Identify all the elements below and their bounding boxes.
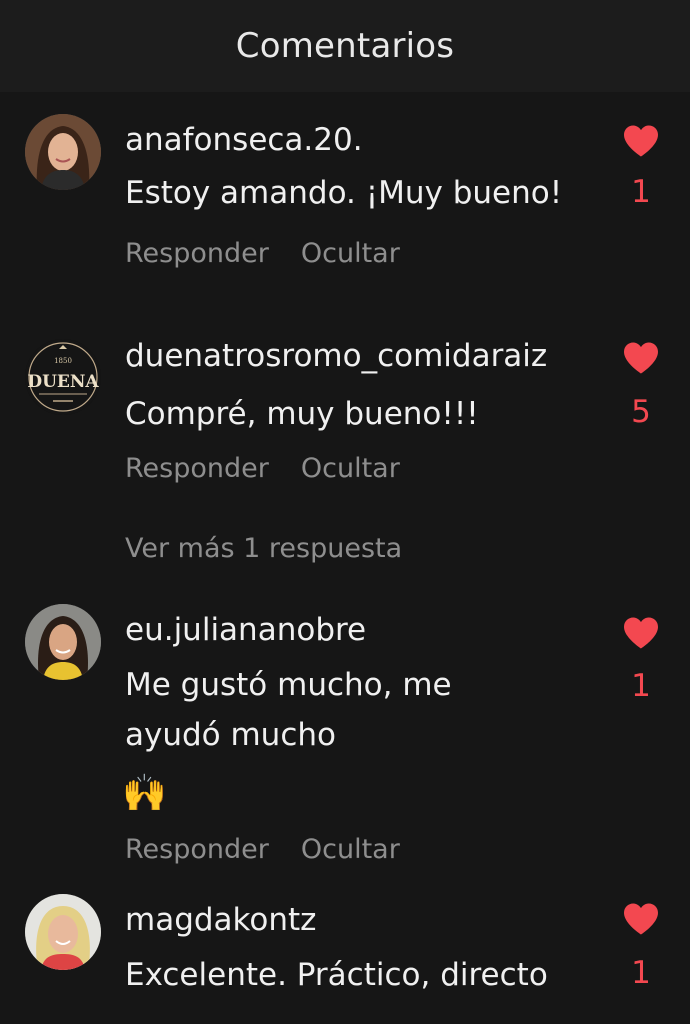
- comment-text: Me gustó mucho, me: [125, 667, 452, 703]
- reply-button[interactable]: Responder: [125, 238, 269, 269]
- comment-text: Excelente. Práctico, directo: [125, 957, 548, 993]
- comment-text: Compré, muy bueno!!!: [125, 396, 479, 432]
- avatar[interactable]: 1850 DUENA: [25, 339, 101, 415]
- comment-username[interactable]: duenatrosromo_comidaraiz: [125, 338, 547, 374]
- like-count: 1: [631, 668, 651, 704]
- raised-hands-emoji: 🙌: [122, 773, 167, 814]
- like-count: 1: [631, 174, 651, 210]
- comment-actions: Responder Ocultar: [125, 238, 432, 269]
- view-more-replies-link[interactable]: Ver más 1 respuesta: [125, 533, 402, 564]
- page-title: Comentarios: [235, 26, 455, 66]
- svg-text:1850: 1850: [54, 357, 72, 365]
- reply-button[interactable]: Responder: [125, 453, 269, 484]
- comments-header: Comentarios: [0, 0, 690, 92]
- comment-text: ayudó mucho: [125, 717, 336, 753]
- comment-text: Estoy amando. ¡Muy bueno!: [125, 175, 563, 211]
- comment-username[interactable]: eu.juliananobre: [125, 612, 366, 648]
- like-count: 5: [631, 394, 651, 430]
- avatar[interactable]: [25, 114, 101, 190]
- svg-text:DUENA: DUENA: [27, 372, 99, 392]
- comment-actions: Responder Ocultar: [125, 453, 432, 484]
- comment-username[interactable]: anafonseca.20.: [125, 122, 363, 158]
- hide-button[interactable]: Ocultar: [301, 238, 400, 269]
- heart-filled-icon[interactable]: [622, 124, 660, 158]
- hide-button[interactable]: Ocultar: [301, 834, 400, 865]
- avatar[interactable]: [25, 894, 101, 970]
- like-count: 1: [631, 955, 651, 991]
- avatar[interactable]: [25, 604, 101, 680]
- reply-button[interactable]: Responder: [125, 834, 269, 865]
- hide-button[interactable]: Ocultar: [301, 453, 400, 484]
- heart-filled-icon[interactable]: [622, 341, 660, 375]
- heart-filled-icon[interactable]: [622, 902, 660, 936]
- comment-username[interactable]: magdakontz: [125, 902, 316, 938]
- heart-filled-icon[interactable]: [622, 616, 660, 650]
- comment-actions: Responder Ocultar: [125, 834, 432, 865]
